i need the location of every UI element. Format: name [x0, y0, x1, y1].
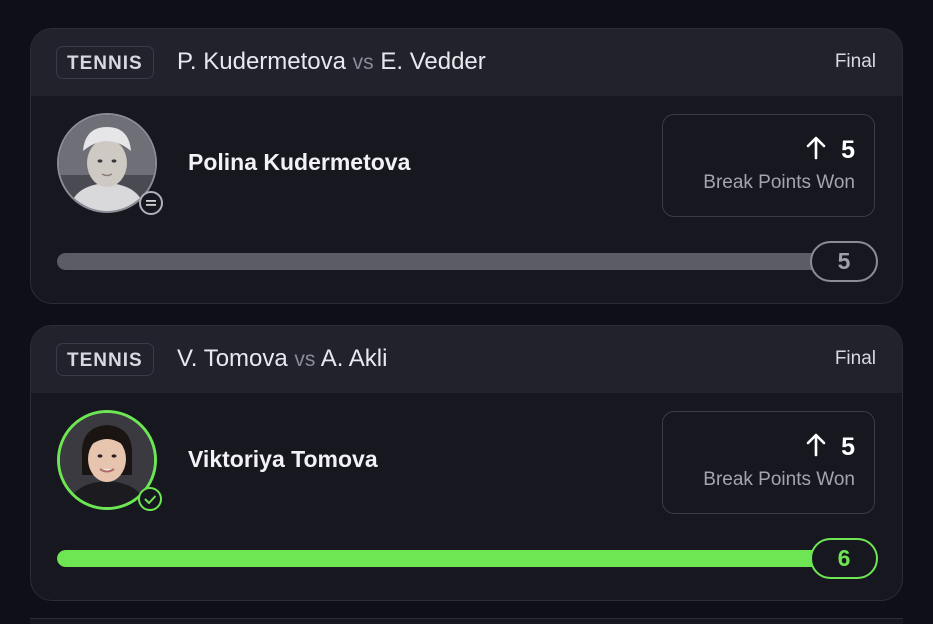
player-name: Polina Kudermetova — [188, 149, 411, 175]
player2-short-name: E. Vedder — [380, 48, 486, 75]
arrow-up-icon — [805, 433, 827, 462]
player-avatar — [57, 410, 162, 511]
vs-label: vs — [352, 51, 374, 74]
progress-fill — [57, 253, 857, 270]
card-header: TENNIS P. Kudermetova vs E. Vedder Final — [31, 29, 902, 96]
stat-line-value: 5 — [841, 433, 855, 461]
matchup: P. Kudermetova vs E. Vedder — [177, 47, 486, 78]
progress-bar — [57, 550, 857, 567]
stat-projection-box: 5 Break Points Won — [662, 114, 875, 217]
sport-tag: TENNIS — [56, 343, 154, 376]
player-avatar — [57, 113, 163, 215]
card-header: TENNIS V. Tomova vs A. Akli Final — [31, 326, 902, 393]
pick-feed: TENNIS P. Kudermetova vs E. Vedder Final — [0, 0, 933, 624]
result-value-pill: 6 — [810, 538, 878, 579]
player1-short-name: V. Tomova — [177, 345, 288, 372]
pick-card[interactable]: TENNIS V. Tomova vs A. Akli Final Viktor… — [30, 325, 903, 601]
stat-label: Break Points Won — [703, 172, 855, 193]
stat-value-row: 5 — [805, 135, 855, 165]
stat-projection-box: 5 Break Points Won — [662, 411, 875, 514]
next-card-peek — [30, 618, 903, 624]
stat-line-value: 5 — [841, 136, 855, 164]
player2-short-name: A. Akli — [320, 345, 388, 372]
check-icon — [138, 487, 162, 511]
game-status: Final — [834, 348, 876, 369]
matchup: V. Tomova vs A. Akli — [177, 344, 387, 375]
vs-label: vs — [294, 348, 316, 371]
arrow-up-icon — [805, 136, 827, 165]
pending-icon — [139, 191, 163, 215]
player-name: Viktoriya Tomova — [188, 446, 378, 472]
player1-short-name: P. Kudermetova — [177, 48, 346, 75]
pick-card[interactable]: TENNIS P. Kudermetova vs E. Vedder Final — [30, 28, 903, 304]
result-value-pill: 5 — [810, 241, 878, 282]
progress-bar — [57, 253, 857, 270]
sport-tag: TENNIS — [56, 46, 154, 79]
stat-label: Break Points Won — [703, 469, 855, 490]
progress-fill — [57, 550, 857, 567]
stat-value-row: 5 — [805, 432, 855, 462]
game-status: Final — [834, 51, 876, 72]
